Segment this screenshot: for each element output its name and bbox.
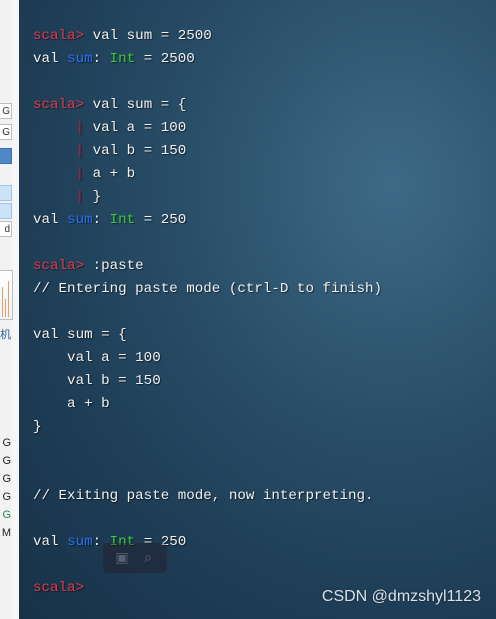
terminal-line: // Entering paste mode (ctrl-D to finish…	[33, 278, 382, 301]
line-text: val sum = {	[33, 327, 127, 343]
terminal-line: scala> val sum = {	[33, 94, 382, 117]
line-text: a + b	[92, 166, 136, 182]
terminal-line: | val a = 100	[33, 117, 382, 140]
faded-screenshot-toolbar: ▣ ⌕	[103, 543, 167, 573]
line-text: val sum = 2500	[92, 28, 212, 44]
line-text: :	[92, 212, 110, 228]
scala-repl-terminal[interactable]: scala> val sum = 2500 val sum: Int = 2500…	[19, 0, 496, 619]
identifier-name: sum	[67, 212, 93, 228]
continuation-marker: |	[75, 143, 93, 159]
terminal-line: }	[33, 416, 382, 439]
background-letter: G	[2, 491, 11, 503]
line-text: val	[33, 534, 68, 550]
line-text: = 250	[135, 212, 187, 228]
background-letter: G	[2, 437, 11, 449]
terminal-line: | val b = 150	[33, 140, 382, 163]
line-text: val a = 100	[33, 350, 161, 366]
identifier-name: sum	[67, 51, 93, 67]
terminal-line: // Exiting paste mode, now interpreting.	[33, 485, 382, 508]
background-window-strip: G G d 机 G G G G G M	[0, 0, 20, 619]
terminal-line: a + b	[33, 393, 382, 416]
line-text: }	[92, 189, 102, 205]
line-text	[33, 166, 76, 182]
line-text: val	[33, 51, 68, 67]
line-text: :	[92, 51, 110, 67]
scala-prompt: scala>	[33, 258, 93, 274]
terminal-line: | a + b	[33, 163, 382, 186]
continuation-marker: |	[75, 166, 93, 182]
line-text: val sum = {	[92, 97, 187, 113]
background-cell	[0, 185, 12, 201]
terminal-line: scala> val sum = 2500	[33, 25, 382, 48]
terminal-line: val a = 100	[33, 347, 382, 370]
background-letter: G	[2, 473, 11, 485]
terminal-line: val sum: Int = 250	[33, 531, 382, 554]
terminal-line: scala> :paste	[33, 255, 382, 278]
scala-prompt: scala>	[33, 97, 93, 113]
line-text: val a = 100	[92, 120, 187, 136]
line-text: :paste	[92, 258, 144, 274]
line-text: val	[33, 212, 68, 228]
background-letter: G	[2, 455, 11, 467]
background-cell: G	[0, 103, 12, 119]
line-text: // Entering paste mode (ctrl-D to finish…	[33, 281, 383, 297]
scala-prompt: scala>	[33, 580, 93, 596]
type-name: Int	[109, 51, 136, 67]
terminal-line: val sum: Int = 250	[33, 209, 382, 232]
terminal-line: val sum: Int = 2500	[33, 48, 382, 71]
background-cell-selected	[0, 148, 12, 164]
search-icon: ⌕	[144, 550, 152, 566]
terminal-line: val b = 150	[33, 370, 382, 393]
type-name: Int	[109, 212, 136, 228]
image-icon: ▣	[115, 550, 129, 566]
background-cell: d	[0, 221, 12, 237]
terminal-line: | }	[33, 186, 382, 209]
line-text: // Exiting paste mode, now interpreting.	[33, 488, 374, 504]
background-letter: M	[1, 527, 11, 539]
line-text: = 2500	[135, 51, 195, 67]
line-text	[33, 120, 76, 136]
background-mini-chart	[0, 270, 13, 320]
watermark: CSDN @dmzshyl1123	[321, 588, 481, 605]
line-text: }	[33, 419, 42, 435]
line-text: val b = 150	[33, 373, 161, 389]
background-text: 机	[0, 329, 11, 341]
background-cell	[0, 203, 12, 219]
terminal-line: val sum = {	[33, 324, 382, 347]
background-letter: G	[2, 509, 11, 521]
line-text	[33, 143, 76, 159]
continuation-marker: |	[75, 120, 93, 136]
line-text: val b = 150	[92, 143, 187, 159]
continuation-marker: |	[75, 189, 93, 205]
terminal-output: scala> val sum = 2500 val sum: Int = 2500…	[33, 25, 382, 600]
scala-prompt: scala>	[33, 28, 93, 44]
line-text	[33, 189, 76, 205]
identifier-name: sum	[67, 534, 93, 550]
background-scrollbar	[12, 0, 19, 619]
background-cell: G	[0, 124, 12, 140]
line-text: a + b	[33, 396, 110, 412]
